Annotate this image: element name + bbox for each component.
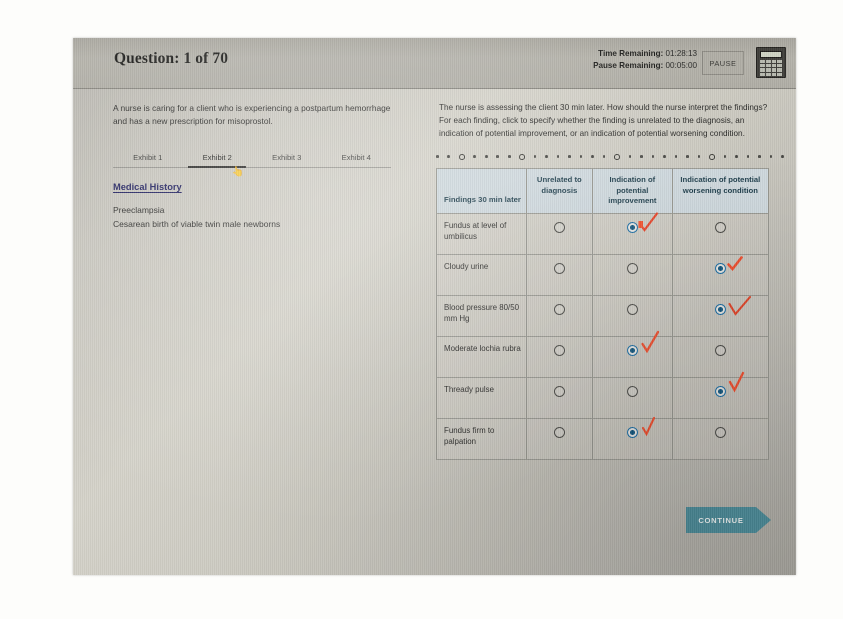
tab-exhibit-2[interactable]: Exhibit 2: [183, 149, 253, 168]
finding-label: Cloudy urine: [436, 254, 527, 296]
radio-improvement-selected[interactable]: [626, 345, 638, 356]
radio-improvement[interactable]: [626, 263, 638, 274]
radio-cell-improvement[interactable]: [592, 330, 673, 378]
exam-content: A nurse is caring for a client who is ex…: [73, 88, 796, 575]
radio-improvement-selected[interactable]: [626, 222, 638, 233]
pause-remaining-value: 00:05:00: [665, 60, 697, 70]
annotation-check-icon: [728, 295, 752, 317]
finding-label: Thready pulse: [436, 377, 527, 419]
exhibit-tabs: Exhibit 1 Exhibit 2 Exhibit 3 Exhibit 4 …: [113, 149, 392, 179]
photo-of-screen: Question: 1 of 70 Time Remaining: 01:28:…: [0, 0, 843, 619]
radio-worsening[interactable]: [714, 222, 726, 233]
radio-improvement[interactable]: [626, 386, 638, 397]
radio-improvement[interactable]: [626, 304, 638, 315]
continue-button-wrap: CONTINUE: [686, 507, 772, 533]
continue-arrow-icon: [756, 507, 771, 533]
radio-cell-improvement[interactable]: [592, 212, 673, 255]
page-title: Question: 1 of 70: [114, 50, 229, 67]
radio-worsening-selected[interactable]: [714, 386, 726, 397]
tab-exhibit-3[interactable]: Exhibit 3: [252, 149, 322, 168]
radio-cell-unrelated[interactable]: [525, 213, 594, 255]
radio-unrelated[interactable]: [553, 345, 565, 356]
radio-cell-improvement[interactable]: [592, 377, 673, 419]
medical-history-list: Preeclampsia Cesarean birth of viable tw…: [113, 203, 403, 231]
radio-cell-worsening[interactable]: [671, 371, 770, 419]
tab-exhibit-1[interactable]: Exhibit 1: [113, 149, 183, 168]
mouse-cursor-icon: 👆: [231, 166, 246, 179]
calculator-icon[interactable]: [756, 47, 786, 78]
table-header-row: Findings 30 min later Unrelated to diagn…: [436, 168, 770, 214]
radio-improvement-selected[interactable]: [626, 427, 638, 438]
question-right-pane: The nurse is assessing the client 30 min…: [425, 88, 796, 575]
findings-table-body: Fundus at level of umbilicus Cloudy urin…: [436, 212, 770, 460]
question-prompt: The nurse is assessing the client 30 min…: [433, 102, 772, 140]
section-title-medical-history: Medical History: [113, 182, 182, 192]
radio-worsening[interactable]: [714, 345, 726, 356]
time-remaining-label: Time Remaining:: [598, 49, 664, 58]
finding-label: Fundus firm to palpation: [436, 418, 527, 460]
column-header-worsening: Indication of potential worsening condit…: [671, 168, 770, 214]
radio-cell-unrelated[interactable]: [525, 418, 594, 460]
exam-header-bar: Question: 1 of 70 Time Remaining: 01:28:…: [73, 38, 796, 89]
radio-cell-worsening[interactable]: [671, 418, 770, 460]
pause-remaining-line: Pause Remaining: 00:05:00: [593, 60, 697, 72]
table-row: Blood pressure 80/50 mm Hg: [436, 295, 770, 337]
calculator-display: [760, 51, 782, 58]
tab-exhibit-4[interactable]: Exhibit 4: [322, 149, 392, 168]
finding-label: Blood pressure 80/50 mm Hg: [436, 295, 527, 337]
pause-remaining-label: Pause Remaining:: [593, 60, 664, 70]
annotation-check-icon: [727, 255, 749, 277]
annotation-check-icon: [641, 416, 663, 438]
prompt-line-2: For each finding, click to specify wheth…: [439, 116, 745, 138]
table-row: Moderate lochia rubra: [436, 330, 770, 378]
finding-label: Fundus at level of umbilicus: [436, 213, 527, 255]
case-stem-text: A nurse is caring for a client who is ex…: [113, 103, 391, 126]
radio-unrelated[interactable]: [553, 263, 565, 274]
table-row: Fundus at level of umbilicus: [436, 212, 770, 255]
radio-cell-unrelated[interactable]: [525, 295, 594, 337]
prompt-line-1: The nurse is assessing the client 30 min…: [439, 103, 768, 112]
radio-worsening[interactable]: [714, 427, 726, 438]
table-row: Fundus firm to palpation: [436, 416, 770, 460]
radio-cell-unrelated[interactable]: [525, 377, 594, 419]
dotted-separator: [436, 152, 784, 161]
exam-screen: Question: 1 of 70 Time Remaining: 01:28:…: [73, 38, 796, 575]
finding-label: Moderate lochia rubra: [436, 336, 527, 378]
timer-block: Time Remaining: 01:28:13 Pause Remaining…: [593, 48, 697, 71]
radio-cell-unrelated[interactable]: [525, 254, 594, 296]
radio-unrelated[interactable]: [553, 222, 565, 233]
radio-cell-worsening[interactable]: [671, 295, 770, 337]
radio-unrelated[interactable]: [553, 304, 565, 315]
findings-matrix: Findings 30 min later Unrelated to diagn…: [436, 168, 770, 460]
radio-cell-worsening[interactable]: [671, 213, 770, 255]
calculator-keys: [760, 60, 782, 76]
radio-cell-improvement[interactable]: [592, 416, 673, 460]
radio-cell-unrelated[interactable]: [525, 336, 594, 378]
time-remaining-value: 01:28:13: [665, 49, 697, 58]
radio-worsening-selected[interactable]: [714, 304, 726, 315]
radio-worsening-selected[interactable]: [714, 263, 726, 274]
column-header-findings: Findings 30 min later: [436, 168, 527, 214]
radio-unrelated[interactable]: [553, 386, 565, 397]
radio-unrelated[interactable]: [553, 427, 565, 438]
column-header-unrelated: Unrelated to diagnosis: [525, 168, 594, 214]
radio-cell-improvement[interactable]: [592, 295, 673, 337]
table-row: Cloudy urine: [436, 254, 770, 296]
findings-table: Findings 30 min later Unrelated to diagn…: [436, 168, 770, 460]
column-header-improvement: Indication of potential improvement: [592, 168, 673, 214]
radio-cell-improvement[interactable]: [592, 254, 673, 296]
table-row: Thready pulse: [436, 371, 770, 419]
continue-button[interactable]: CONTINUE: [686, 507, 756, 533]
time-remaining-line: Time Remaining: 01:28:13: [593, 48, 697, 60]
pause-button[interactable]: PAUSE: [702, 51, 744, 75]
annotation-check-icon: [638, 212, 660, 234]
radio-cell-worsening[interactable]: [671, 254, 770, 296]
radio-cell-worsening[interactable]: [671, 336, 770, 378]
list-item: Cesarean birth of viable twin male newbo…: [113, 219, 281, 229]
case-study-left-pane: A nurse is caring for a client who is ex…: [73, 88, 425, 575]
list-item: Preeclampsia: [113, 205, 165, 215]
